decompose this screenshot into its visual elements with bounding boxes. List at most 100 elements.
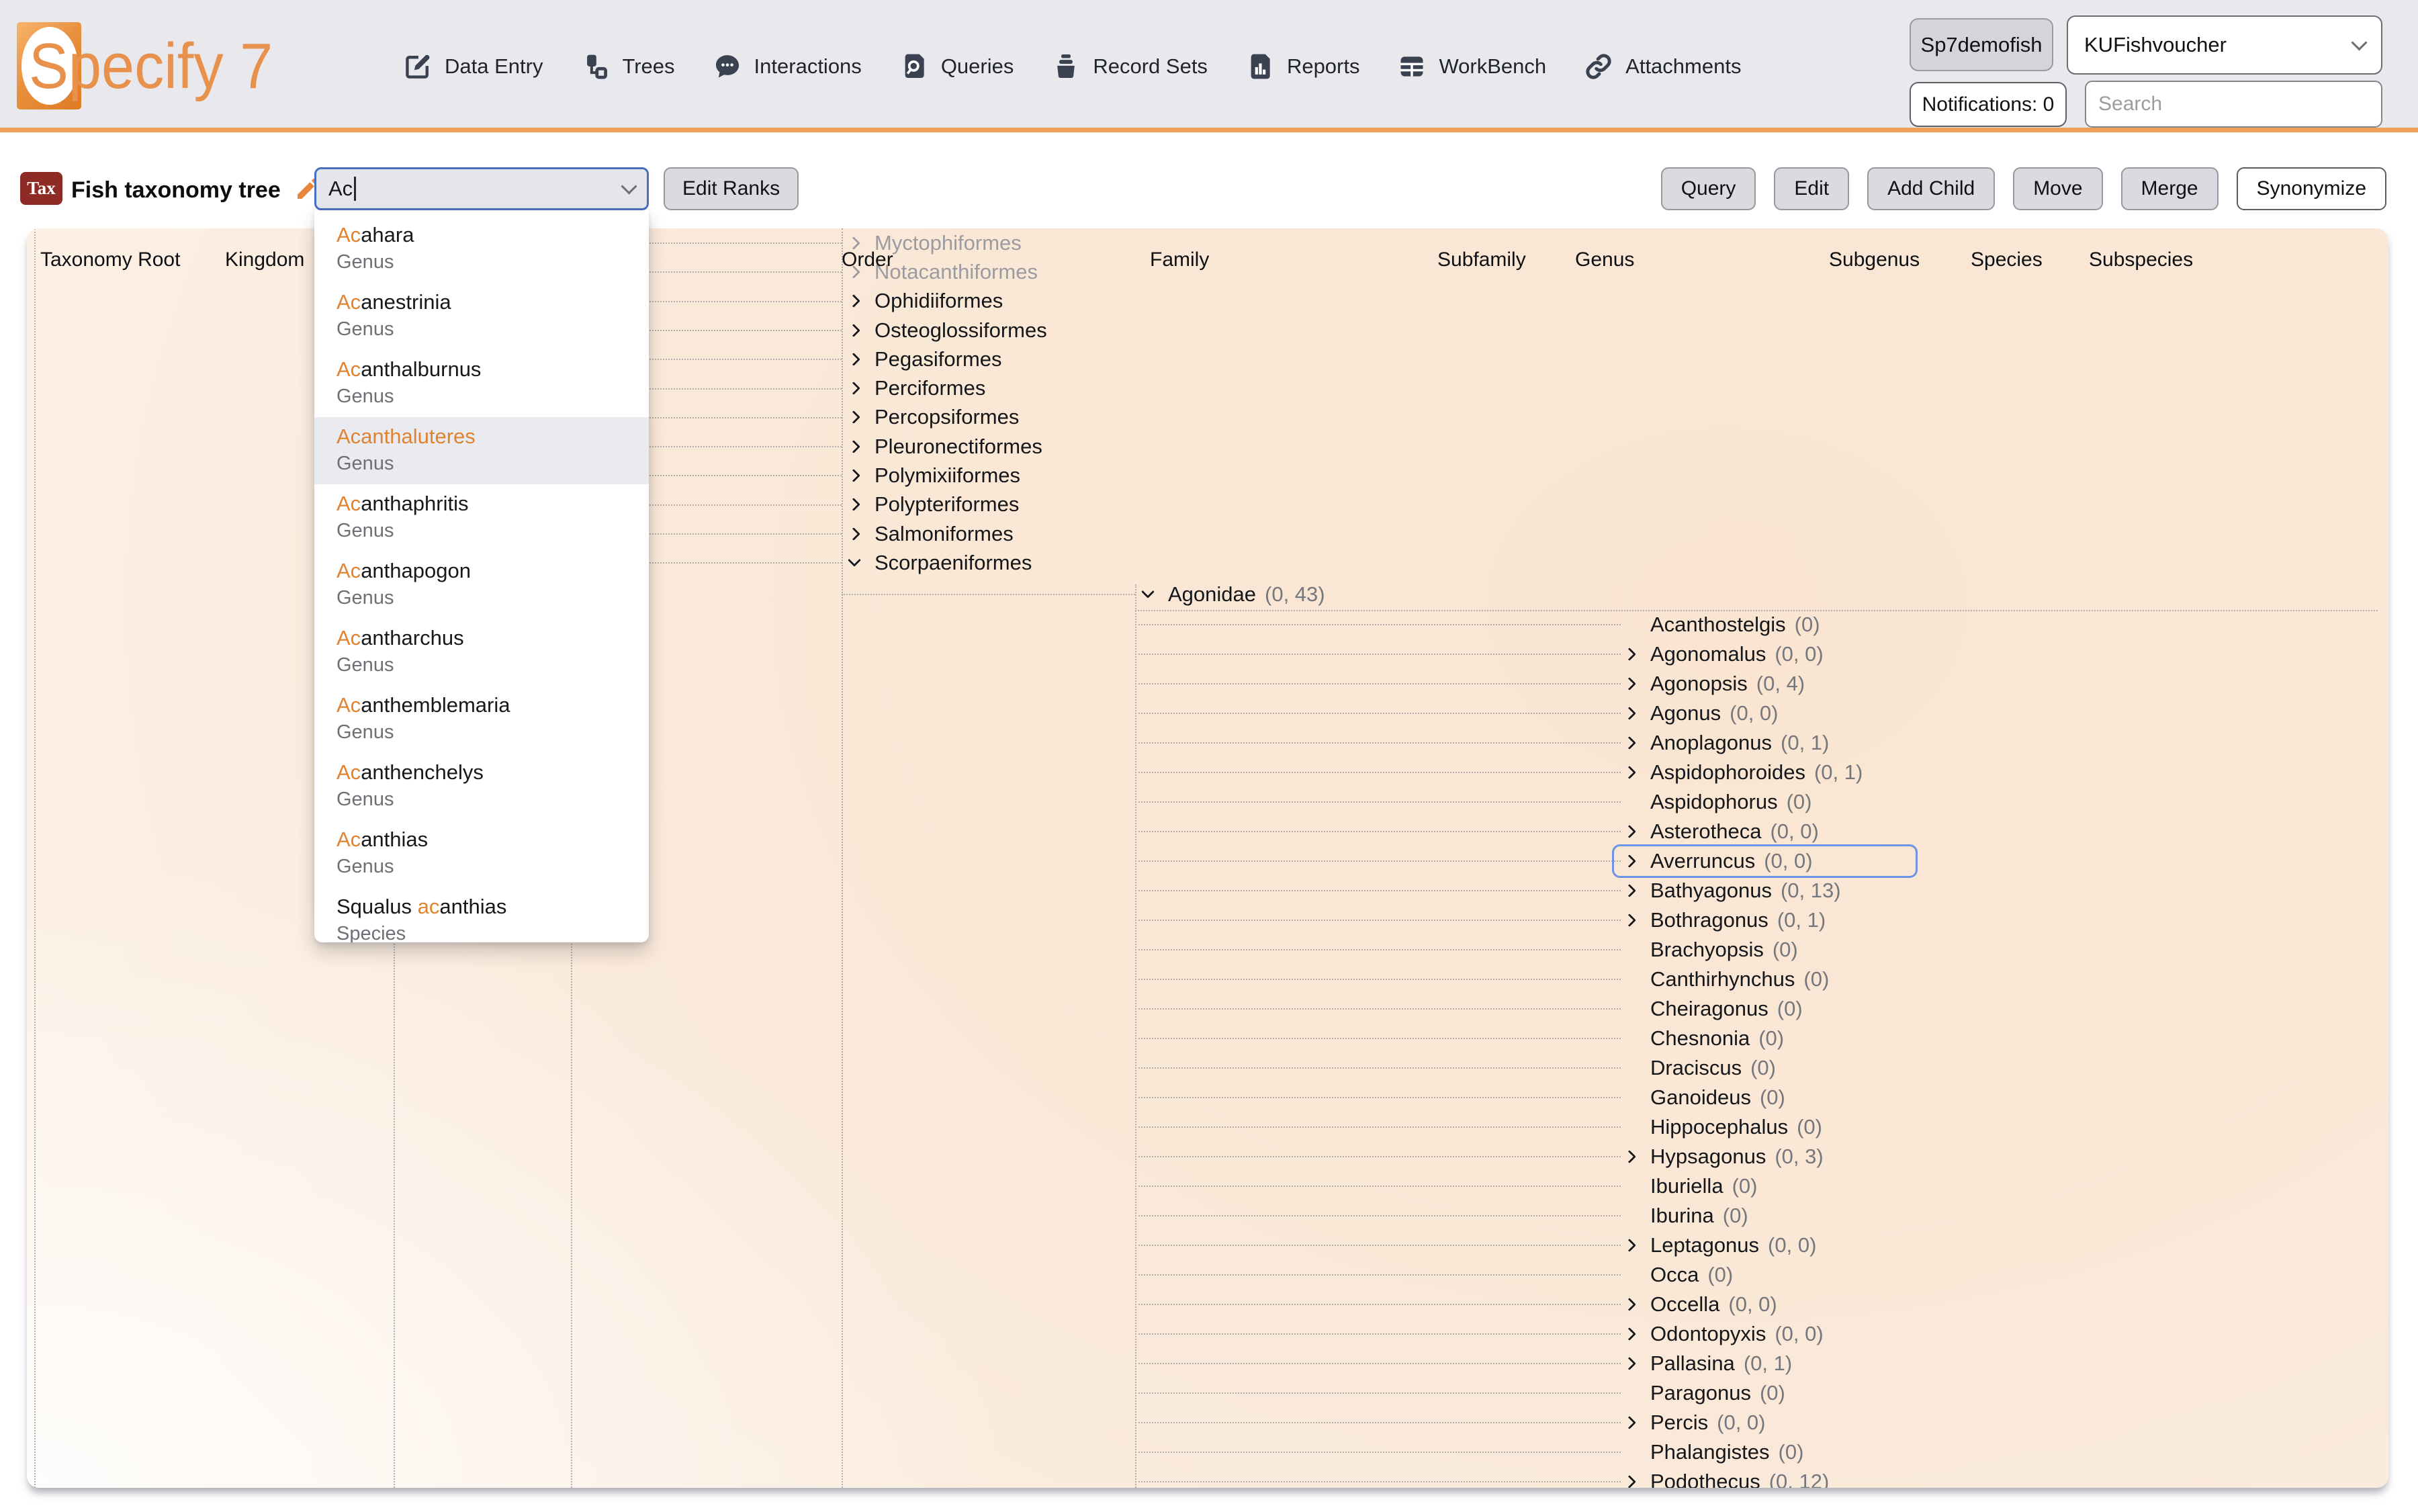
- tree-node-agonopsis[interactable]: Agonopsis(0, 4): [1621, 669, 1863, 699]
- tree-node-paragonus[interactable]: Paragonus(0): [1621, 1378, 1863, 1408]
- autocomplete-item-squalus-acanthias[interactable]: Squalus acanthiasSpecies: [314, 887, 649, 942]
- move-button[interactable]: Move: [2013, 167, 2102, 210]
- nav-item-workbench[interactable]: WorkBench: [1397, 52, 1546, 81]
- chevron-collapsed-icon[interactable]: [845, 320, 865, 341]
- edit-ranks-button[interactable]: Edit Ranks: [664, 167, 799, 210]
- chevron-collapsed-icon[interactable]: [845, 494, 865, 515]
- chevron-collapsed-icon[interactable]: [845, 465, 865, 486]
- chevron-collapsed-icon[interactable]: [1621, 733, 1641, 753]
- tree-node-agonidae[interactable]: Agonidae (0, 43): [1138, 580, 1325, 609]
- chevron-collapsed-icon[interactable]: [845, 437, 865, 457]
- tree-node-aspidophoroides[interactable]: Aspidophoroides(0, 1): [1621, 758, 1863, 787]
- autocomplete-item-acanthapogon[interactable]: AcanthapogonGenus: [314, 551, 649, 619]
- tree-node-cheiragonus[interactable]: Cheiragonus(0): [1621, 994, 1863, 1024]
- tree-node-bothragonus[interactable]: Bothragonus(0, 1): [1621, 905, 1863, 935]
- collection-select[interactable]: KUFishvoucher: [2067, 15, 2382, 75]
- tree-node-acanthostelgis[interactable]: Acanthostelgis(0): [1621, 610, 1863, 639]
- add-child-button[interactable]: Add Child: [1867, 167, 1995, 210]
- chevron-expanded-icon[interactable]: [1138, 584, 1159, 605]
- tree-node-chesnonia[interactable]: Chesnonia(0): [1621, 1024, 1863, 1053]
- user-button[interactable]: Sp7demofish: [1910, 18, 2053, 71]
- autocomplete-item-acanthenchelys[interactable]: AcanthenchelysGenus: [314, 753, 649, 820]
- tree-node-ophidiiformes[interactable]: Ophidiiformes: [845, 287, 1047, 316]
- tree-node-bathyagonus[interactable]: Bathyagonus(0, 13): [1621, 876, 1863, 905]
- chevron-collapsed-icon[interactable]: [1621, 674, 1641, 694]
- tree-node-phalangistes[interactable]: Phalangistes(0): [1621, 1437, 1863, 1467]
- notifications-button[interactable]: Notifications: 0: [1910, 82, 2067, 127]
- nav-item-interactions[interactable]: Interactions: [713, 52, 862, 81]
- chevron-collapsed-icon[interactable]: [1621, 644, 1641, 664]
- tree-node-anoplagonus[interactable]: Anoplagonus(0, 1): [1621, 728, 1863, 758]
- specify-logo[interactable]: Specify 7: [17, 20, 339, 114]
- tree-node-asterotheca[interactable]: Asterotheca(0, 0): [1621, 817, 1863, 846]
- nav-item-data-entry[interactable]: Data Entry: [403, 52, 543, 81]
- nav-item-queries[interactable]: Queries: [899, 52, 1014, 81]
- chevron-collapsed-icon[interactable]: [1621, 910, 1641, 930]
- chevron-collapsed-icon[interactable]: [1621, 1235, 1641, 1255]
- chevron-collapsed-icon[interactable]: [1621, 881, 1641, 901]
- synonymize-button[interactable]: Synonymize: [2237, 167, 2386, 210]
- chevron-collapsed-icon[interactable]: [1621, 1147, 1641, 1167]
- chevron-collapsed-icon[interactable]: [1621, 1472, 1641, 1488]
- tree-node-aspidophorus[interactable]: Aspidophorus(0): [1621, 787, 1863, 817]
- taxon-search-combobox[interactable]: Ac: [314, 167, 649, 210]
- edit-button[interactable]: Edit: [1774, 167, 1849, 210]
- autocomplete-item-acanthemblemaria[interactable]: AcanthemblemariaGenus: [314, 686, 649, 753]
- tree-node-polypteriformes[interactable]: Polypteriformes: [845, 490, 1047, 519]
- chevron-collapsed-icon[interactable]: [845, 524, 865, 544]
- tree-node-salmoniformes[interactable]: Salmoniformes: [845, 519, 1047, 548]
- tree-node-hippocephalus[interactable]: Hippocephalus(0): [1621, 1112, 1863, 1142]
- tree-node-pallasina[interactable]: Pallasina(0, 1): [1621, 1349, 1863, 1378]
- autocomplete-item-acanthaluteres[interactable]: AcanthaluteresGenus: [314, 417, 649, 484]
- tree-node-percis[interactable]: Percis(0, 0): [1621, 1408, 1863, 1437]
- tree-node-occella[interactable]: Occella(0, 0): [1621, 1290, 1863, 1319]
- chevron-collapsed-icon[interactable]: [1621, 762, 1641, 783]
- chevron-collapsed-icon[interactable]: [845, 349, 865, 369]
- chevron-collapsed-icon[interactable]: [1621, 703, 1641, 723]
- tree-node-agonus[interactable]: Agonus(0, 0): [1621, 699, 1863, 728]
- tree-node-draciscus[interactable]: Draciscus(0): [1621, 1053, 1863, 1083]
- tree-node-leptagonus[interactable]: Leptagonus(0, 0): [1621, 1231, 1863, 1260]
- tree-node-brachyopsis[interactable]: Brachyopsis(0): [1621, 935, 1863, 965]
- chevron-collapsed-icon[interactable]: [1621, 1413, 1641, 1433]
- chevron-collapsed-icon[interactable]: [845, 378, 865, 398]
- tree-node-ganoideus[interactable]: Ganoideus(0): [1621, 1083, 1863, 1112]
- express-search-input[interactable]: [2085, 81, 2382, 128]
- tree-node-percopsiformes[interactable]: Percopsiformes: [845, 403, 1047, 432]
- tree-node-hypsagonus[interactable]: Hypsagonus(0, 3): [1621, 1142, 1863, 1171]
- tree-node-osteoglossiformes[interactable]: Osteoglossiformes: [845, 316, 1047, 345]
- tree-node-iburiella[interactable]: Iburiella(0): [1621, 1171, 1863, 1201]
- autocomplete-item-acanthias[interactable]: AcanthiasGenus: [314, 820, 649, 887]
- tree-node-canthirhynchus[interactable]: Canthirhynchus(0): [1621, 965, 1863, 994]
- tree-node-odontopyxis[interactable]: Odontopyxis(0, 0): [1621, 1319, 1863, 1349]
- chevron-collapsed-icon[interactable]: [1621, 1324, 1641, 1344]
- nav-item-record-sets[interactable]: Record Sets: [1051, 52, 1208, 81]
- chevron-collapsed-icon[interactable]: [1621, 1353, 1641, 1374]
- chevron-expanded-icon[interactable]: [845, 553, 865, 573]
- tree-node-pegasiformes[interactable]: Pegasiformes: [845, 345, 1047, 373]
- merge-button[interactable]: Merge: [2121, 167, 2219, 210]
- autocomplete-item-acanestrinia[interactable]: AcanestriniaGenus: [314, 283, 649, 350]
- chevron-collapsed-icon[interactable]: [845, 291, 865, 311]
- autocomplete-item-acantharchus[interactable]: AcantharchusGenus: [314, 619, 649, 686]
- tree-node-polymixiiformes[interactable]: Polymixiiformes: [845, 461, 1047, 490]
- tree-node-podothecus[interactable]: Podothecus(0, 12): [1621, 1467, 1863, 1488]
- chevron-collapsed-icon[interactable]: [1621, 1294, 1641, 1315]
- autocomplete-item-acahara[interactable]: AcaharaGenus: [314, 216, 649, 283]
- tree-node-iburina[interactable]: Iburina(0): [1621, 1201, 1863, 1231]
- tree-node-scorpaeniformes[interactable]: Scorpaeniformes: [845, 548, 1047, 577]
- query-button[interactable]: Query: [1661, 167, 1756, 210]
- tree-node-averruncus[interactable]: Averruncus(0, 0): [1621, 846, 1863, 876]
- chevron-collapsed-icon[interactable]: [845, 407, 865, 427]
- autocomplete-item-acanthaphritis[interactable]: AcanthaphritisGenus: [314, 484, 649, 551]
- autocomplete-item-acanthalburnus[interactable]: AcanthalburnusGenus: [314, 350, 649, 417]
- nav-item-attachments[interactable]: Attachments: [1584, 52, 1741, 81]
- chevron-collapsed-icon[interactable]: [1621, 821, 1641, 842]
- tree-node-pleuronectiformes[interactable]: Pleuronectiformes: [845, 432, 1047, 461]
- tree-node-agonomalus[interactable]: Agonomalus(0, 0): [1621, 639, 1863, 669]
- tree-node-occa[interactable]: Occa(0): [1621, 1260, 1863, 1290]
- nav-item-trees[interactable]: Trees: [580, 52, 674, 81]
- chevron-collapsed-icon[interactable]: [1621, 851, 1641, 871]
- nav-item-reports[interactable]: Reports: [1245, 52, 1360, 81]
- tree-node-perciformes[interactable]: Perciformes: [845, 373, 1047, 402]
